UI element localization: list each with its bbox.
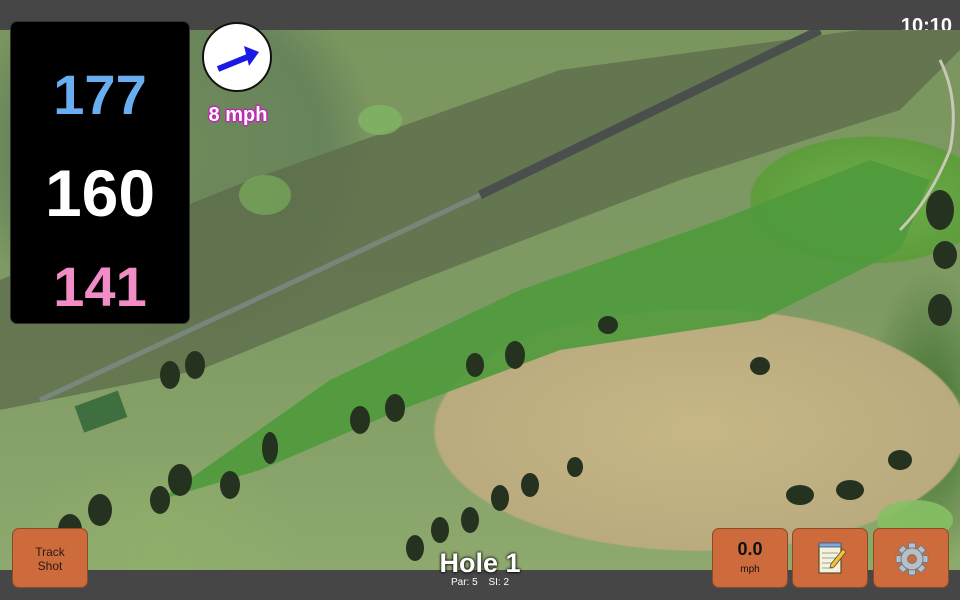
hole-par: Par: 5 (450, 577, 478, 588)
track-shot-label-line1: Track (35, 545, 65, 559)
speed-value: 0.0 (737, 539, 763, 559)
notes-button[interactable] (792, 528, 868, 588)
hole-stroke-index: SI: 2 (488, 577, 510, 588)
wind-direction-arrow-icon (216, 46, 259, 72)
hole-info: Par: 5 SI: 2 (380, 577, 580, 588)
distance-panel: 177 160 141 (11, 22, 189, 323)
speed-button[interactable]: 0.0 mph (712, 528, 788, 588)
distance-front: 141 (53, 255, 147, 318)
gear-icon (895, 542, 929, 576)
wind-speed-label: 8 mph (208, 104, 268, 126)
wind-indicator[interactable] (202, 22, 272, 92)
settings-button[interactable] (873, 528, 949, 588)
speed-unit: mph (740, 564, 760, 575)
track-shot-label-line2: Shot (37, 559, 63, 573)
track-shot-button[interactable]: Track Shot (12, 528, 88, 588)
hole-title: Hole 1 (439, 548, 521, 578)
distance-back: 177 (53, 63, 147, 126)
notepad-icon (818, 542, 847, 574)
distance-middle: 160 (44, 156, 156, 230)
